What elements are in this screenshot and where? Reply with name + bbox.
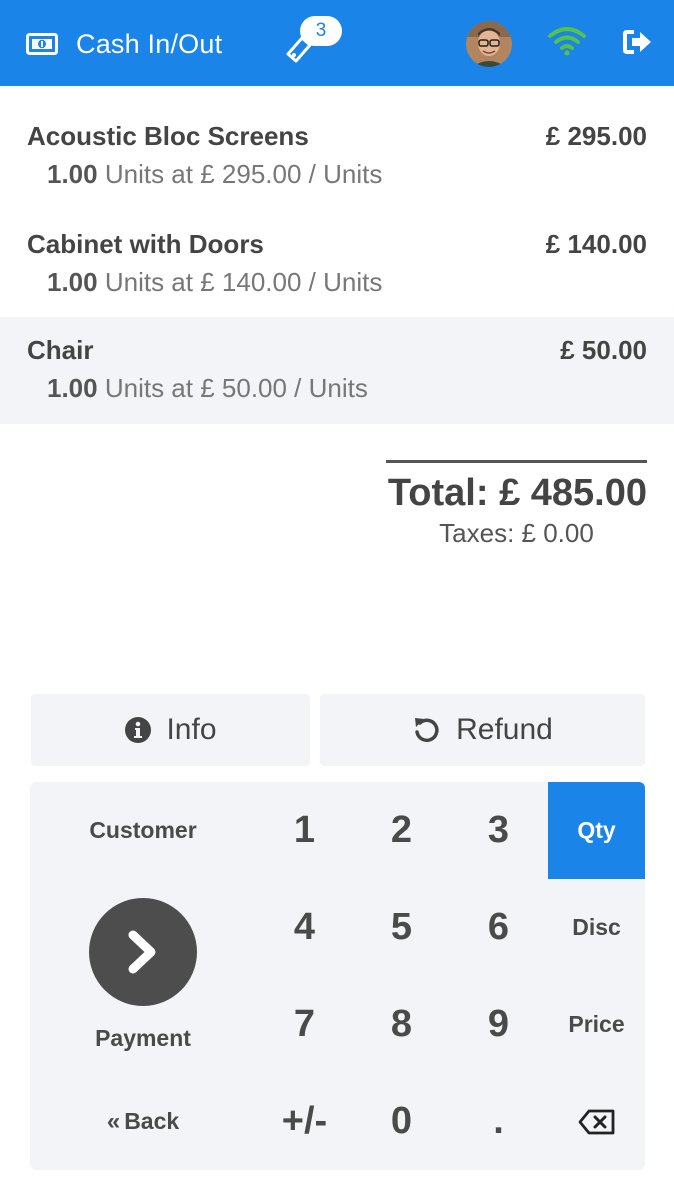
key-label: 4 <box>293 906 316 948</box>
info-icon <box>125 717 152 743</box>
cash-in-out-button[interactable]: Cash In/Out <box>26 24 222 64</box>
customer-button[interactable]: Customer <box>30 782 256 879</box>
double-chevron-left-icon: « <box>106 1107 121 1135</box>
wifi-icon <box>548 27 586 56</box>
orderline-info: 1.00 Units at £ 50.00 / Units <box>47 373 368 404</box>
mode-qty-button[interactable]: Qty <box>548 782 645 879</box>
numpad-key-1[interactable]: 1 <box>256 782 353 879</box>
mode-disc-button[interactable]: Disc <box>548 879 645 976</box>
orderline-product-name: Chair <box>27 335 94 365</box>
numpad-key-0[interactable]: 0 <box>353 1073 450 1170</box>
numpad-key-7[interactable]: 7 <box>256 976 353 1073</box>
orderline-price: £ 140.00 <box>545 229 647 259</box>
info-button[interactable]: Info <box>31 694 310 766</box>
numpad-key-5[interactable]: 5 <box>353 879 450 976</box>
key-label: 1 <box>293 809 316 851</box>
orderline-price: £ 50.00 <box>560 335 647 365</box>
money-icon <box>26 33 58 55</box>
key-label: 0 <box>390 1100 413 1142</box>
payment-label: Payment <box>95 1024 191 1051</box>
key-label: 6 <box>487 906 510 948</box>
orderline-unit-detail: Units at £ 140.00 / Units <box>104 267 383 297</box>
key-label: 7 <box>293 1003 316 1045</box>
back-label: Back <box>124 1108 180 1134</box>
numpad-key-4[interactable]: 4 <box>256 879 353 976</box>
orderline-info: 1.00 Units at £ 140.00 / Units <box>47 267 382 298</box>
key-label: . <box>493 1100 504 1142</box>
info-label: Info <box>166 713 217 746</box>
chevron-right-icon <box>128 930 156 974</box>
top-bar: Cash In/Out 3 <box>0 0 674 86</box>
orderline-quantity: 1.00 <box>47 267 98 297</box>
key-label: 5 <box>390 906 413 948</box>
refund-button[interactable]: Refund <box>320 694 645 766</box>
numpad-key-6[interactable]: 6 <box>450 879 547 976</box>
tickets-count-badge: 3 <box>300 16 342 46</box>
payment-label-area[interactable]: Payment <box>30 1012 256 1064</box>
backspace-icon <box>578 1109 614 1134</box>
tickets-button[interactable]: 3 <box>282 16 346 66</box>
key-label: 9 <box>487 1003 510 1045</box>
key-label: 3 <box>487 809 510 851</box>
orderline-info: 1.00 Units at £ 295.00 / Units <box>47 159 382 190</box>
numpad-key-dot[interactable]: . <box>450 1073 547 1170</box>
logout-icon[interactable] <box>622 28 654 56</box>
orderline-product-name: Acoustic Bloc Screens <box>27 121 309 151</box>
undo-icon <box>415 718 439 742</box>
cash-in-out-label: Cash In/Out <box>76 28 223 59</box>
avatar-image <box>466 21 512 67</box>
numpad-key-3[interactable]: 3 <box>450 782 547 879</box>
orderline[interactable]: Acoustic Bloc Screens £ 295.00 1.00 Unit… <box>0 103 674 210</box>
orderline-quantity: 1.00 <box>47 373 98 403</box>
orderline[interactable]: Cabinet with Doors £ 140.00 1.00 Units a… <box>0 211 674 318</box>
payment-button[interactable] <box>89 898 197 1006</box>
mode-label: Qty <box>577 817 616 843</box>
orderline-unit-detail: Units at £ 295.00 / Units <box>104 159 383 189</box>
orderline-selected[interactable]: Chair £ 50.00 1.00 Units at £ 50.00 / Un… <box>0 317 674 424</box>
customer-label: Customer <box>89 817 197 843</box>
back-button[interactable]: « Back <box>30 1073 256 1170</box>
mode-label: Disc <box>572 914 621 940</box>
mode-price-button[interactable]: Price <box>548 976 645 1073</box>
orderline-product-name: Cabinet with Doors <box>27 229 264 259</box>
order-taxes: Taxes: £ 0.00 <box>439 518 594 548</box>
numpad: Customer Payment « Back 1 2 3 4 5 6 7 8 … <box>30 782 645 1170</box>
key-label: +/- <box>281 1100 328 1142</box>
key-label: 8 <box>390 1003 413 1045</box>
user-avatar[interactable] <box>466 21 512 67</box>
orderline-quantity: 1.00 <box>47 159 98 189</box>
order-total: Total: £ 485.00 <box>387 472 647 514</box>
backspace-button[interactable] <box>548 1073 645 1170</box>
key-label: 2 <box>390 809 413 851</box>
numpad-key-2[interactable]: 2 <box>353 782 450 879</box>
orderline-price: £ 295.00 <box>545 121 647 151</box>
total-divider <box>386 460 647 463</box>
numpad-key-9[interactable]: 9 <box>450 976 547 1073</box>
refund-label: Refund <box>456 713 553 746</box>
mode-label: Price <box>568 1011 625 1037</box>
orderline-unit-detail: Units at £ 50.00 / Units <box>104 373 368 403</box>
numpad-key-8[interactable]: 8 <box>353 976 450 1073</box>
numpad-key-sign[interactable]: +/- <box>256 1073 353 1170</box>
